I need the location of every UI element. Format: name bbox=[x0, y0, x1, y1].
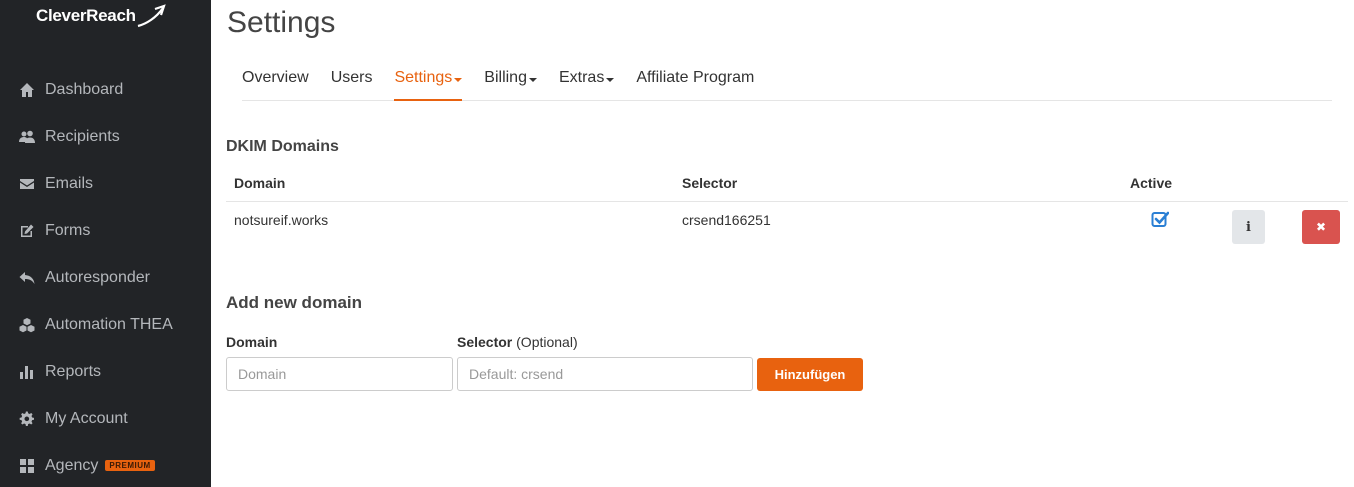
tab-label: Settings bbox=[394, 69, 453, 86]
domain-input[interactable] bbox=[226, 357, 453, 391]
tab-billing[interactable]: Billing bbox=[484, 58, 537, 101]
delete-button[interactable]: ✖ bbox=[1302, 210, 1340, 244]
users-icon bbox=[18, 128, 35, 145]
sidebar-item-label: Dashboard bbox=[45, 80, 124, 98]
caret-down-icon bbox=[606, 78, 615, 82]
tab-users[interactable]: Users bbox=[331, 58, 373, 101]
gear-icon bbox=[18, 410, 35, 427]
active-checkbox-icon[interactable] bbox=[1151, 210, 1169, 228]
selector-label: Selector (Optional) bbox=[457, 334, 578, 350]
sidebar-item-autoresponder[interactable]: Autoresponder bbox=[0, 254, 211, 301]
tab-label: Affiliate Program bbox=[636, 69, 755, 86]
envelope-icon bbox=[18, 175, 35, 192]
bar-chart-icon bbox=[18, 363, 35, 380]
cleverreach-logo[interactable]: CleverReach bbox=[36, 4, 166, 38]
info-button[interactable]: i bbox=[1232, 210, 1265, 244]
sidebar: CleverReach Dashboard Recipients Emails … bbox=[0, 0, 211, 487]
tab-affiliate-program[interactable]: Affiliate Program bbox=[636, 58, 754, 101]
logo-text: CleverReach bbox=[36, 6, 136, 25]
tab-extras[interactable]: Extras bbox=[558, 58, 615, 101]
row-selector: crsend166251 bbox=[682, 212, 771, 228]
sidebar-item-recipients[interactable]: Recipients bbox=[0, 113, 211, 160]
sidebar-item-forms[interactable]: Forms bbox=[0, 207, 211, 254]
cubes-icon bbox=[18, 316, 35, 333]
caret-down-icon bbox=[528, 78, 537, 82]
sidebar-item-label: Agency bbox=[45, 456, 99, 474]
sidebar-item-emails[interactable]: Emails bbox=[0, 160, 211, 207]
sidebar-nav: Dashboard Recipients Emails Forms Autore… bbox=[0, 66, 211, 487]
sidebar-item-label: Reports bbox=[45, 362, 102, 380]
table-divider bbox=[226, 201, 1348, 202]
selector-label-text: Selector bbox=[457, 334, 513, 350]
sidebar-item-label: My Account bbox=[45, 409, 128, 427]
column-header-domain: Domain bbox=[234, 175, 286, 191]
row-domain: notsureif.works bbox=[234, 212, 329, 228]
edit-icon bbox=[18, 222, 35, 239]
logo-swoosh-icon bbox=[137, 4, 166, 28]
sidebar-item-label: Recipients bbox=[45, 127, 120, 145]
tab-settings[interactable]: Settings bbox=[394, 58, 463, 101]
grid-icon bbox=[18, 457, 35, 474]
sidebar-item-automation-thea[interactable]: Automation THEA bbox=[0, 301, 211, 348]
tab-label: Extras bbox=[558, 69, 605, 86]
sidebar-item-label: Autoresponder bbox=[45, 268, 150, 286]
sidebar-item-agency[interactable]: Agency PREMIUM bbox=[0, 442, 211, 487]
info-icon: i bbox=[1246, 219, 1251, 235]
sidebar-item-reports[interactable]: Reports bbox=[0, 348, 211, 395]
domain-label: Domain bbox=[226, 334, 277, 350]
close-icon: ✖ bbox=[1315, 220, 1327, 234]
tab-label: Billing bbox=[484, 69, 527, 86]
home-icon bbox=[18, 81, 35, 98]
column-header-selector: Selector bbox=[682, 175, 738, 191]
sidebar-item-label: Automation THEA bbox=[45, 315, 173, 333]
domain-label-text: Domain bbox=[226, 334, 278, 350]
sidebar-item-label: Forms bbox=[45, 221, 91, 239]
sidebar-item-label: Emails bbox=[45, 174, 94, 192]
tab-overview[interactable]: Overview bbox=[242, 58, 309, 101]
sidebar-item-dashboard[interactable]: Dashboard bbox=[0, 66, 211, 113]
dkim-domains-heading: DKIM Domains bbox=[226, 138, 339, 155]
tab-label: Overview bbox=[242, 69, 309, 86]
reply-icon bbox=[18, 269, 35, 286]
tab-label: Users bbox=[330, 69, 373, 86]
add-domain-heading: Add new domain bbox=[226, 293, 362, 312]
premium-badge: PREMIUM bbox=[105, 460, 155, 471]
add-domain-button[interactable]: Hinzufügen bbox=[757, 358, 863, 391]
caret-down-icon bbox=[454, 78, 463, 82]
selector-optional-text: (Optional) bbox=[516, 334, 578, 350]
settings-tabs: Overview Users Settings Billing Extras A… bbox=[242, 58, 1332, 101]
column-header-active: Active bbox=[1130, 175, 1173, 191]
page-title: Settings bbox=[227, 6, 336, 39]
selector-input[interactable] bbox=[457, 357, 753, 391]
sidebar-item-my-account[interactable]: My Account bbox=[0, 395, 211, 442]
